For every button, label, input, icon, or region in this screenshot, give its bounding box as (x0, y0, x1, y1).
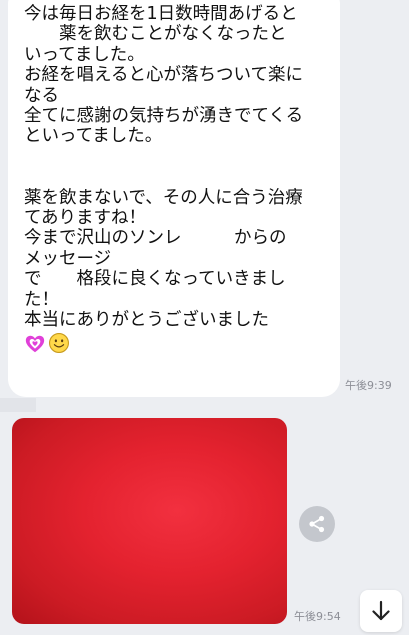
share-button[interactable] (299, 506, 335, 542)
share-icon (309, 515, 325, 533)
sparkling-heart-icon (25, 335, 45, 352)
scroll-to-bottom-button[interactable] (360, 590, 402, 632)
message-line: 全てに感謝の気持ちが湧きでてくる (24, 106, 304, 127)
message-line: いってました。 (24, 44, 145, 65)
emoji-row (24, 331, 340, 357)
photo-timestamp: 午後9:54 (294, 610, 341, 623)
arrow-down-icon (372, 600, 390, 621)
message-line: 今まで沢山のソンレ からの (24, 228, 287, 249)
message-line: 薬を飲むことがなくなったと (24, 24, 287, 45)
smiling-face-icon (49, 332, 69, 353)
message-line: といってました。 (24, 126, 163, 147)
message-line: なる (24, 85, 59, 106)
message-timestamp: 午後9:39 (345, 379, 392, 392)
message-line: で 格段に良くなっていきまし (24, 269, 286, 290)
message-line: お経を唱えると心が落ちついて楽に (24, 65, 303, 86)
photo-message[interactable] (12, 418, 287, 624)
message-line: メッセージ (24, 248, 112, 269)
message-line: た！ (24, 289, 59, 310)
message-line: 薬を飲まないで、その人に合う治療 (24, 187, 303, 208)
divider (0, 398, 36, 412)
message-bubble[interactable]: 今は毎日お経を1日数時間あげると 薬を飲むことがなくなったと いってました。 お… (8, 0, 340, 397)
message-line: 本当にありがとうございました (24, 310, 269, 331)
message-line: 今は毎日お経を1日数時間あげると (24, 4, 298, 24)
message-line: てありますね！ (24, 208, 146, 229)
